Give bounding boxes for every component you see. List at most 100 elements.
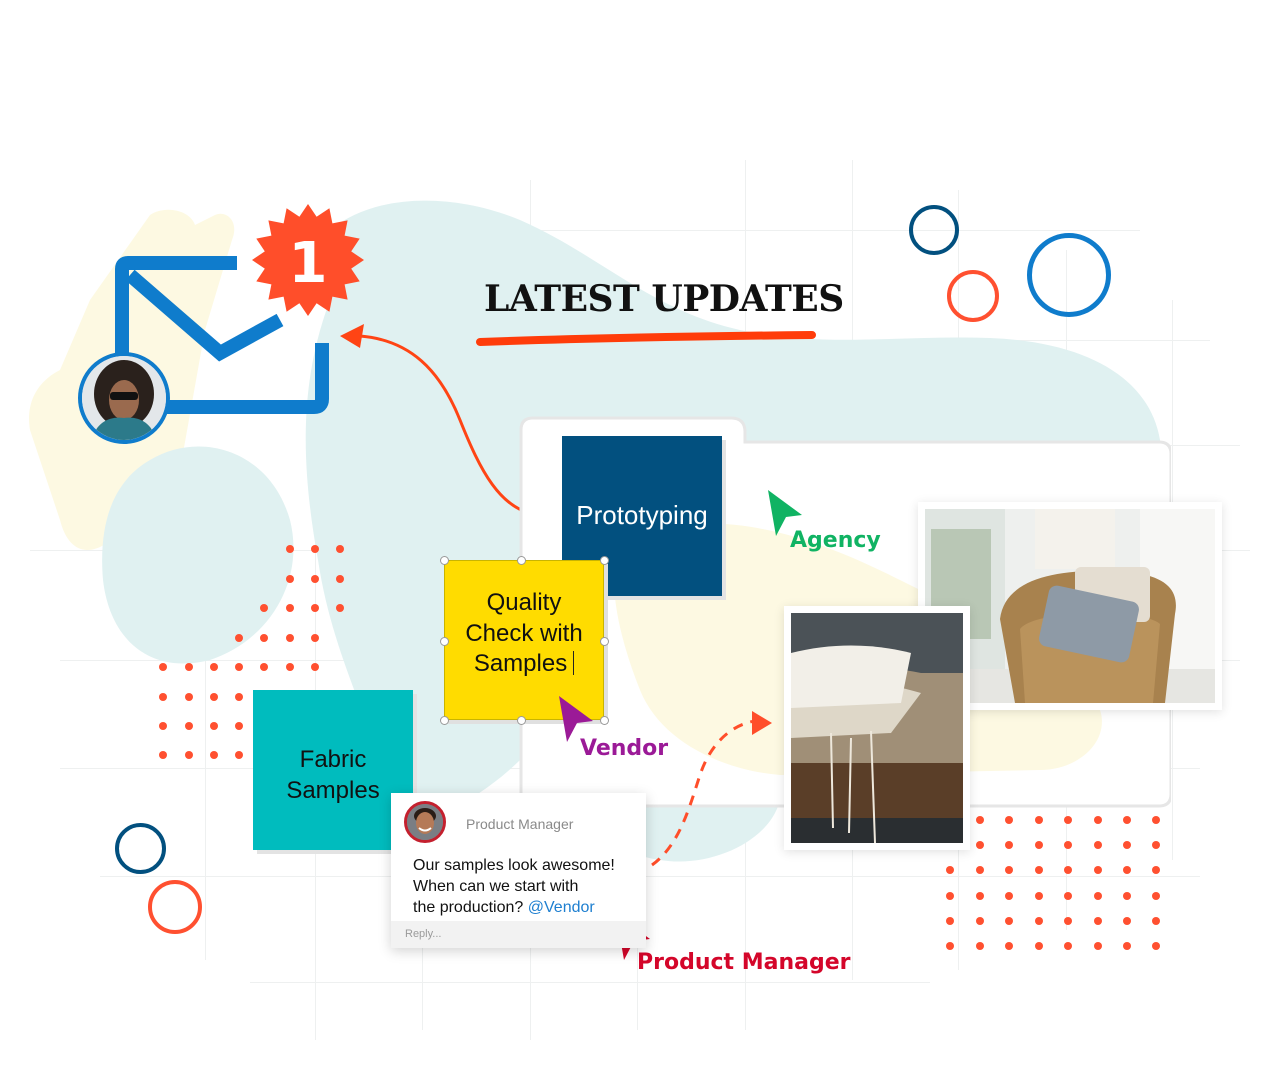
decorative-dot [946, 917, 954, 925]
ring-navy-icon [909, 205, 959, 255]
comment-line: the production? [413, 899, 524, 916]
decorative-dot [1064, 942, 1072, 950]
decorative-dot [1094, 816, 1102, 824]
decorative-dot [1064, 816, 1072, 824]
decorative-dot [1094, 917, 1102, 925]
title-underline [476, 331, 816, 346]
decorative-dot [976, 866, 984, 874]
notification-badge: 1 [252, 204, 364, 316]
ring-blue-icon [1027, 233, 1111, 317]
resize-handle[interactable] [600, 556, 609, 565]
decorative-dot [1094, 841, 1102, 849]
decorative-dot [1152, 816, 1160, 824]
decorative-dot [1152, 942, 1160, 950]
ring-orange-icon [947, 270, 999, 322]
decorative-dot [1035, 866, 1043, 874]
decorative-dot [1064, 892, 1072, 900]
decorative-dot [286, 663, 294, 671]
mint-blob-left [102, 446, 294, 664]
decorative-dot [976, 892, 984, 900]
decorative-dot [976, 942, 984, 950]
decorative-dot [1005, 866, 1013, 874]
cursor-label-vendor: Vendor [580, 736, 669, 761]
decorative-dot [1123, 917, 1131, 925]
reply-input[interactable]: Reply... [391, 921, 646, 948]
decorative-dot [260, 663, 268, 671]
decorative-dot [1094, 892, 1102, 900]
fabric-stack-photo[interactable] [784, 606, 970, 850]
page-title: LATEST UPDATES [484, 278, 844, 320]
decorative-dot [1005, 917, 1013, 925]
resize-handle[interactable] [600, 716, 609, 725]
decorative-dot [311, 634, 319, 642]
decorative-dot [1123, 816, 1131, 824]
decorative-dot [1035, 841, 1043, 849]
resize-handle[interactable] [517, 716, 526, 725]
mention-link[interactable]: @Vendor [528, 899, 595, 916]
decorative-dot [311, 575, 319, 583]
comment-body: Our samples look awesome! When can we st… [413, 855, 643, 918]
comment-card: Product Manager Our samples look awesome… [391, 793, 646, 948]
decorative-dot [210, 751, 218, 759]
resize-handle[interactable] [440, 637, 449, 646]
decorative-dot [286, 634, 294, 642]
decorative-dot [210, 722, 218, 730]
decorative-dot [235, 663, 243, 671]
decorative-dot [159, 751, 167, 759]
decorative-dot [1035, 917, 1043, 925]
resize-handle[interactable] [440, 556, 449, 565]
decorative-dot [946, 866, 954, 874]
sticky-label-line: Fabric [299, 746, 367, 774]
decorative-dot [1123, 841, 1131, 849]
decorative-dot [336, 545, 344, 553]
decorative-dot [159, 693, 167, 701]
resize-handle[interactable] [517, 556, 526, 565]
decorative-dot [946, 892, 954, 900]
sticky-label: Prototyping [576, 500, 708, 531]
decorative-dot [1094, 866, 1102, 874]
decorative-dot [1005, 816, 1013, 824]
decorative-dot [1123, 866, 1131, 874]
decorative-dot [1035, 942, 1043, 950]
comment-line: When can we start with [413, 878, 579, 895]
decorative-dot [946, 942, 954, 950]
fabric-image [791, 613, 963, 844]
dashed-connector-arrow [651, 711, 772, 867]
decorative-dot [185, 751, 193, 759]
decorative-dot [976, 917, 984, 925]
decorative-dot [1094, 942, 1102, 950]
sticky-note-fabric-samples[interactable]: Fabric Samples [253, 690, 413, 850]
comment-line: Our samples look awesome! [413, 857, 615, 874]
decorative-dot [260, 604, 268, 612]
decorative-dot [1064, 866, 1072, 874]
resize-handle[interactable] [440, 716, 449, 725]
decorative-dot [1152, 841, 1160, 849]
decorative-dot [185, 663, 193, 671]
badge-count: 1 [289, 231, 328, 296]
sticky-label-line: Samples [286, 777, 380, 804]
avatar[interactable] [78, 352, 170, 444]
decorative-dot [336, 575, 344, 583]
avatar[interactable] [404, 801, 446, 843]
decorative-dot [1005, 841, 1013, 849]
decorative-dot [1035, 892, 1043, 900]
ring-navy-icon [115, 823, 166, 874]
decorative-dot [1005, 892, 1013, 900]
decorative-dot [159, 722, 167, 730]
decorative-dot [976, 816, 984, 824]
cursor-label-agency: Agency [790, 528, 881, 553]
decorative-dot [1035, 816, 1043, 824]
decorative-dot [1005, 942, 1013, 950]
decorative-dot [235, 693, 243, 701]
decorative-dot [311, 545, 319, 553]
resize-handle[interactable] [600, 637, 609, 646]
decorative-dot [1123, 892, 1131, 900]
arrowhead-icon [752, 711, 772, 735]
decorative-dot [260, 634, 268, 642]
decorative-dot [1152, 892, 1160, 900]
decorative-dot [286, 545, 294, 553]
decorative-dot [286, 604, 294, 612]
person-photo [407, 804, 443, 840]
decorative-dot [311, 604, 319, 612]
decorative-dot [1064, 841, 1072, 849]
